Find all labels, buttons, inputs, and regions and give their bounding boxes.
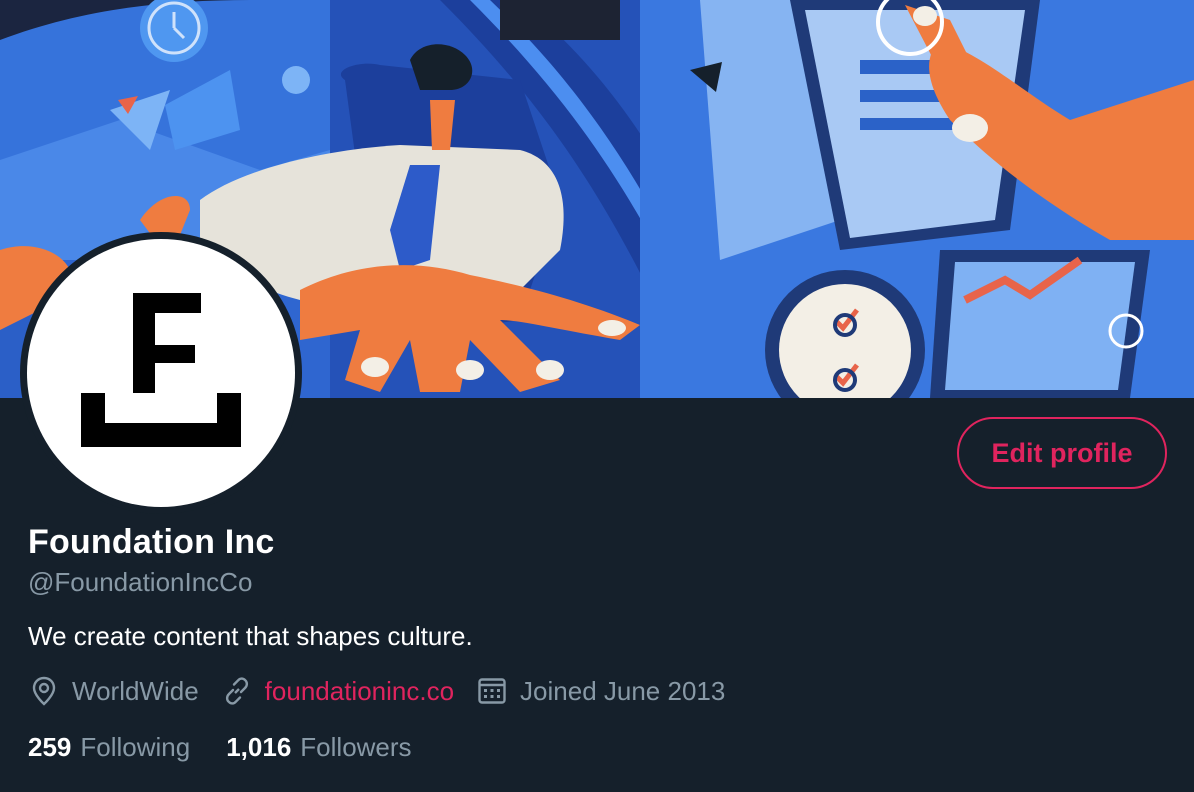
foundation-logo <box>81 293 241 447</box>
profile-stats: 259 Following 1,016 Followers <box>28 728 448 766</box>
followers-label: Followers <box>300 731 412 762</box>
website-item[interactable]: foundationinc.co <box>221 675 454 707</box>
joined-item: Joined June 2013 <box>476 675 725 707</box>
calendar-icon <box>476 675 508 707</box>
website-link[interactable]: foundationinc.co <box>265 676 454 707</box>
profile-meta: WorldWide foundationinc.co Joined June 2… <box>28 672 747 710</box>
profile-name: Foundation Inc <box>28 523 275 561</box>
location-text: WorldWide <box>72 675 199 706</box>
location-pin-icon <box>28 675 60 707</box>
profile-page: Edit profile Foundation Inc @FoundationI… <box>0 0 1194 792</box>
following-count: 259 <box>28 731 72 762</box>
avatar[interactable] <box>20 232 302 514</box>
avatar-image <box>27 239 295 507</box>
link-icon <box>221 675 253 707</box>
profile-bio: We create content that shapes culture. <box>28 621 473 651</box>
joined-text: Joined June 2013 <box>520 675 726 706</box>
profile-handle: @FoundationIncCo <box>28 567 253 597</box>
edit-profile-button[interactable]: Edit profile <box>957 417 1167 489</box>
followers-link[interactable]: 1,016 Followers <box>226 732 411 763</box>
following-label: Following <box>80 731 191 762</box>
location-item: WorldWide <box>28 675 199 707</box>
followers-count: 1,016 <box>226 731 292 762</box>
following-link[interactable]: 259 Following <box>28 732 190 763</box>
